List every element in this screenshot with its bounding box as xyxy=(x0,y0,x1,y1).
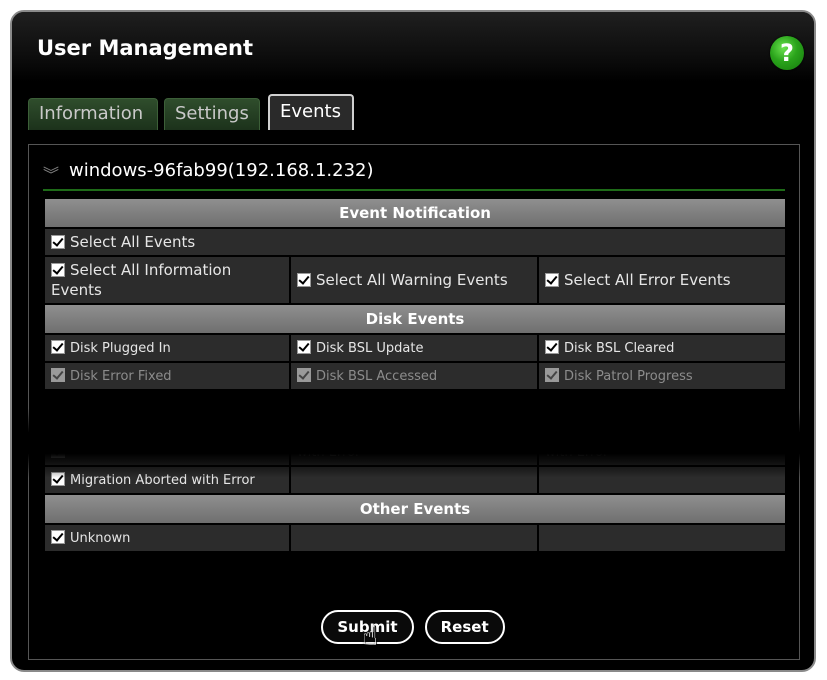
button-bar: Submit Reset xyxy=(12,610,814,644)
disk-plugged-in-checkbox[interactable] xyxy=(51,340,65,354)
empty-cell xyxy=(289,523,539,553)
events-table: Event Notification Select All Events Sel… xyxy=(42,197,788,553)
disk-bsl-accessed-label: Disk BSL Accessed xyxy=(316,369,438,384)
disk-error-fixed-label: Disk Error Fixed xyxy=(70,369,172,384)
tab-information[interactable]: Information xyxy=(28,98,158,130)
empty-cell xyxy=(536,465,788,495)
tab-events[interactable]: Events xyxy=(268,94,354,130)
section-header-event-notification: Event Notification xyxy=(42,197,788,229)
help-icon[interactable]: ? xyxy=(770,36,804,70)
select-all-warning-cell: Select All Warning Events xyxy=(289,255,539,305)
device-name: windows-96fab99(192.168.1.232) xyxy=(69,160,374,181)
obscured-event-cell xyxy=(43,437,291,467)
disk-patrol-progress-checkbox[interactable] xyxy=(545,368,559,382)
select-all-warning-checkbox[interactable] xyxy=(297,273,311,287)
section-header-disk-events: Disk Events xyxy=(42,303,788,335)
obscured-event-checkbox[interactable] xyxy=(51,444,65,458)
disk-bsl-accessed-cell: Disk BSL Accessed xyxy=(289,361,539,391)
disk-bsl-cleared-label: Disk BSL Cleared xyxy=(564,341,675,356)
user-management-window: User Management ? Information Settings E… xyxy=(10,10,816,672)
select-all-error-checkbox[interactable] xyxy=(545,273,559,287)
disk-bsl-update-cell: Disk BSL Update xyxy=(289,333,539,363)
select-all-info-checkbox[interactable] xyxy=(51,263,65,277)
select-all-info-label[interactable]: Select All Information Events xyxy=(51,261,231,299)
window-title: User Management xyxy=(37,36,254,60)
migration-aborted-checkbox[interactable] xyxy=(51,472,65,486)
select-all-events-label[interactable]: Select All Events xyxy=(70,233,195,251)
with-error-cell-a: with Error xyxy=(289,437,539,467)
disk-bsl-cleared-checkbox[interactable] xyxy=(545,340,559,354)
migration-aborted-label: Migration Aborted with Error xyxy=(70,473,255,488)
obscured-cell xyxy=(289,389,539,439)
disk-plugged-in-label: Disk Plugged In xyxy=(70,341,171,356)
chevron-down-icon[interactable]: ︾ xyxy=(43,161,59,185)
select-all-info-cell: Select All Information Events xyxy=(43,255,291,305)
obscured-cell xyxy=(43,389,291,439)
obscured-cell xyxy=(536,389,788,439)
select-all-events-row: Select All Events xyxy=(42,227,788,257)
tab-settings[interactable]: Settings xyxy=(164,98,260,130)
disk-patrol-progress-cell: Disk Patrol Progress xyxy=(536,361,788,391)
title-bar: User Management ? xyxy=(12,12,814,82)
disk-bsl-update-label: Disk BSL Update xyxy=(316,341,424,356)
select-all-error-cell: Select All Error Events xyxy=(536,255,788,305)
unknown-cell: Unknown xyxy=(43,523,291,553)
migration-aborted-cell: Migration Aborted with Error xyxy=(43,465,291,495)
disk-error-fixed-cell: Disk Error Fixed xyxy=(43,361,291,391)
section-header-other-events: Other Events xyxy=(42,493,788,525)
empty-cell xyxy=(536,523,788,553)
disk-error-fixed-checkbox[interactable] xyxy=(51,368,65,382)
disk-bsl-cleared-cell: Disk BSL Cleared xyxy=(536,333,788,363)
device-header[interactable]: ︾ windows-96fab99(192.168.1.232) xyxy=(43,159,785,191)
select-all-error-label[interactable]: Select All Error Events xyxy=(564,271,731,289)
events-panel: ︾ windows-96fab99(192.168.1.232) Event N… xyxy=(28,144,800,660)
unknown-checkbox[interactable] xyxy=(51,530,65,544)
select-all-warning-label[interactable]: Select All Warning Events xyxy=(316,271,508,289)
empty-cell xyxy=(289,465,539,495)
disk-plugged-in-cell: Disk Plugged In xyxy=(43,333,291,363)
disk-patrol-progress-label: Disk Patrol Progress xyxy=(564,369,693,384)
disk-bsl-accessed-checkbox[interactable] xyxy=(297,368,311,382)
hand-cursor-icon: ☝ xyxy=(362,622,378,652)
with-error-cell-b: with Error xyxy=(536,437,788,467)
reset-button[interactable]: Reset xyxy=(424,610,505,644)
disk-bsl-update-checkbox[interactable] xyxy=(297,340,311,354)
unknown-label: Unknown xyxy=(70,531,131,546)
select-all-events-checkbox[interactable] xyxy=(51,235,65,249)
